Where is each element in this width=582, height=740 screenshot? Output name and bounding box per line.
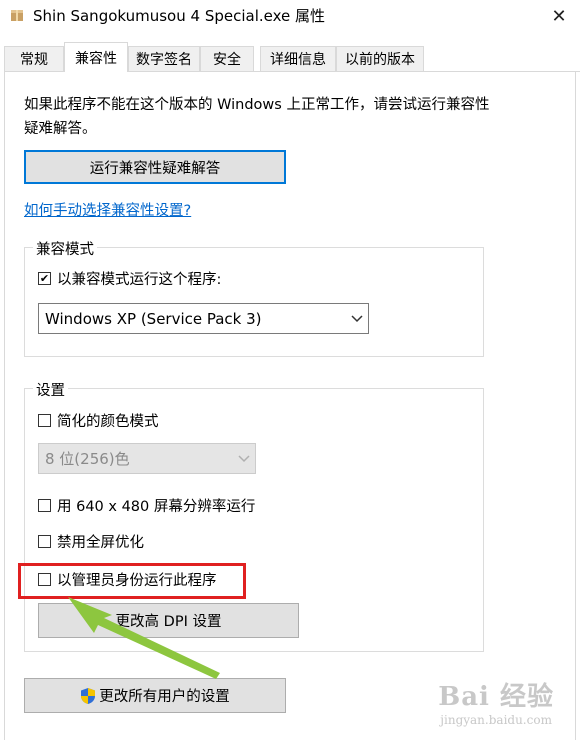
- fullscreen-opt-checkbox[interactable]: [38, 535, 51, 548]
- fullscreen-opt-label: 禁用全屏优化: [57, 535, 144, 551]
- reduced-color-checkbox[interactable]: [38, 414, 51, 427]
- watermark: Bai 经验 jingyan.baidu.com: [438, 676, 554, 727]
- tab-label: 安全: [213, 52, 241, 68]
- tab-previous-versions[interactable]: 以前的版本: [336, 46, 424, 71]
- button-label: 运行兼容性疑难解答: [89, 160, 221, 177]
- button-label: 更改所有用户的设置: [99, 689, 230, 705]
- tab-compatibility[interactable]: 兼容性: [64, 42, 128, 72]
- chevron-down-icon: [233, 454, 255, 463]
- chevron-down-icon: [346, 314, 368, 323]
- compat-mode-group-label: 兼容模式: [33, 238, 97, 259]
- tab-general[interactable]: 常规: [4, 46, 64, 71]
- compat-mode-checkbox-label: 以兼容模式运行这个程序:: [57, 272, 222, 288]
- tab-label: 详细信息: [270, 52, 326, 68]
- tab-label: 以前的版本: [345, 52, 415, 68]
- res-640-label: 用 640 x 480 屏幕分辨率运行: [57, 499, 256, 515]
- tab-security[interactable]: 安全: [200, 46, 254, 71]
- app-icon: [11, 10, 23, 21]
- reduced-color-label: 简化的颜色模式: [57, 414, 159, 430]
- res-640-checkbox[interactable]: [38, 499, 51, 512]
- tab-digital-signature[interactable]: 数字签名: [128, 46, 200, 71]
- close-button[interactable]: ✕: [536, 0, 582, 32]
- close-icon: ✕: [551, 5, 567, 27]
- shield-icon: [81, 687, 96, 704]
- watermark-domain: jingyan.baidu.com: [440, 713, 552, 727]
- tab-details[interactable]: 详细信息: [260, 46, 336, 71]
- tab-label: 常规: [20, 52, 48, 68]
- compat-mode-checkbox[interactable]: ✔: [38, 272, 51, 285]
- os-version-value: Windows XP (Service Pack 3): [45, 309, 262, 328]
- os-version-select[interactable]: Windows XP (Service Pack 3): [38, 303, 369, 334]
- manual-settings-link[interactable]: 如何手动选择兼容性设置?: [24, 199, 191, 220]
- watermark-brand: Bai 经验: [438, 682, 554, 712]
- tab-label: 兼容性: [75, 50, 117, 67]
- color-depth-value: 8 位(256)色: [45, 450, 130, 468]
- color-depth-select: 8 位(256)色: [38, 443, 256, 474]
- settings-group-label: 设置: [33, 379, 68, 400]
- annotation-arrow: [68, 597, 220, 679]
- check-icon: ✔: [39, 272, 50, 285]
- window-title: Shin Sangokumusou 4 Special.exe 属性: [33, 7, 326, 25]
- run-troubleshooter-button[interactable]: 运行兼容性疑难解答: [24, 150, 286, 184]
- compat-mode-group: [24, 247, 484, 357]
- intro-text: 如果此程序不能在这个版本的 Windows 上正常工作，请尝试运行兼容性疑难解答…: [24, 97, 490, 137]
- tab-label: 数字签名: [136, 52, 192, 68]
